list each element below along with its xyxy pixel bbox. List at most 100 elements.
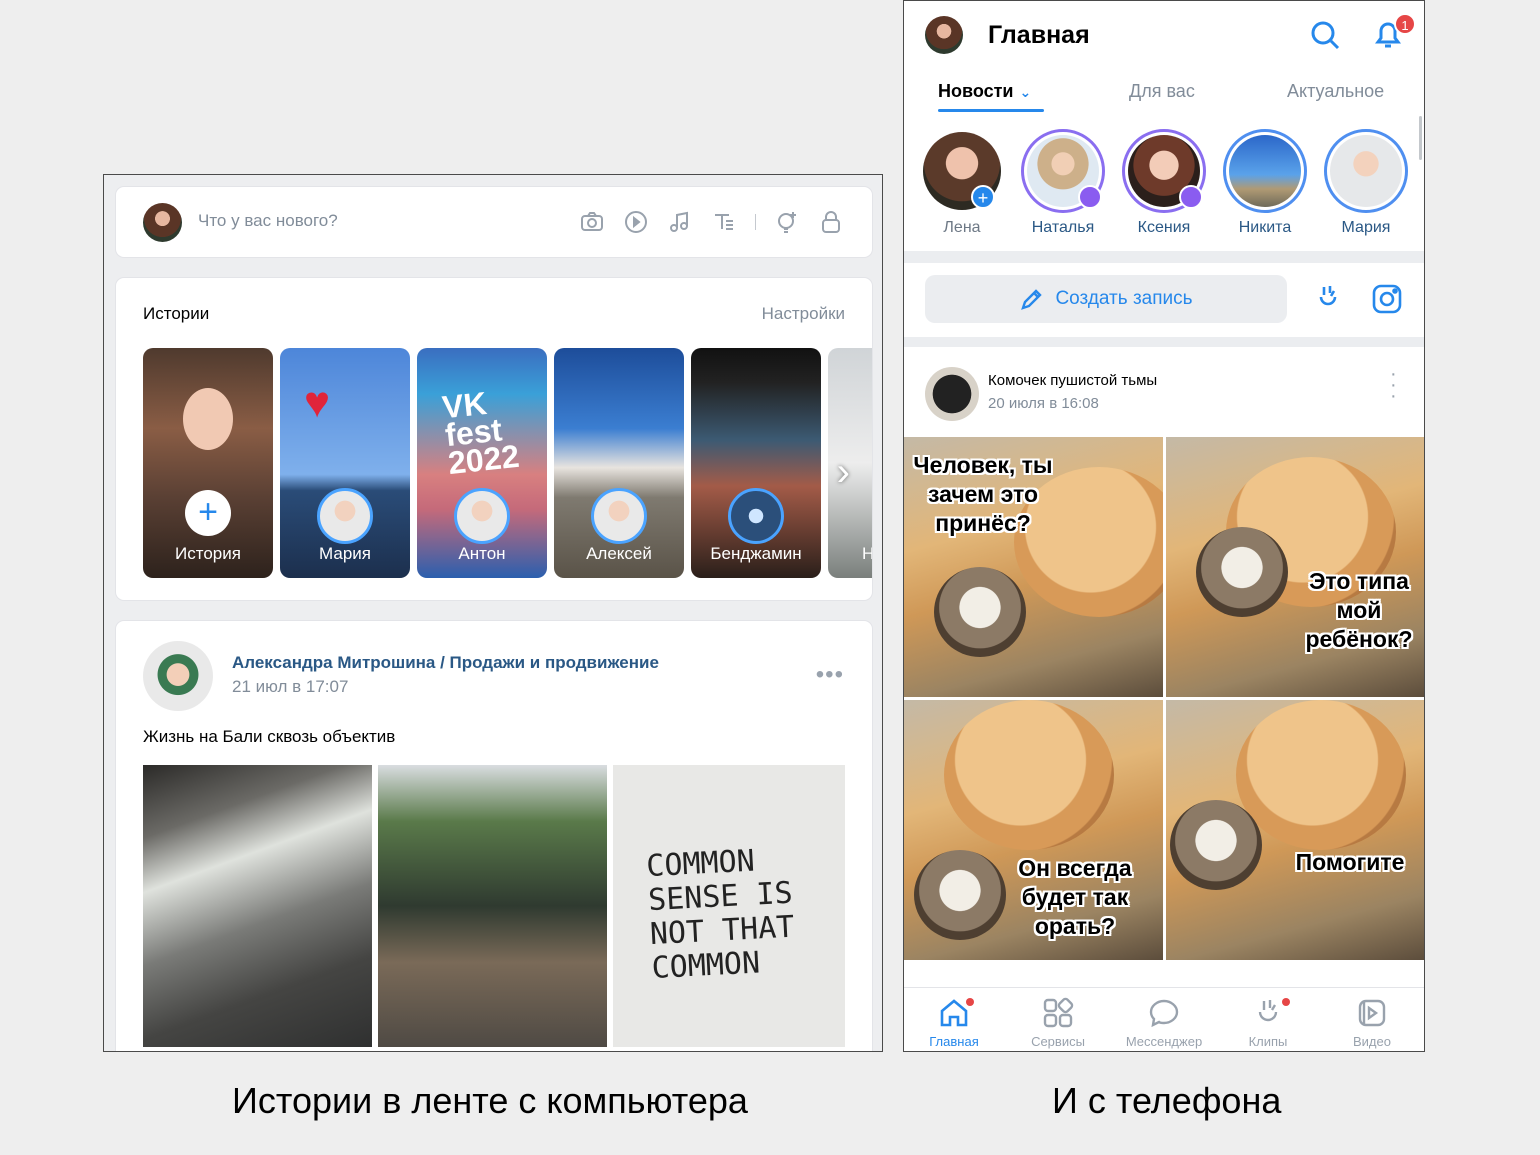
- story-item[interactable]: Ксения: [1121, 129, 1207, 237]
- story-author-avatar: [454, 488, 510, 544]
- cat-shape: [1236, 700, 1406, 850]
- stories-title: Истории: [143, 304, 210, 323]
- post-author[interactable]: Комочек пушистой тьмы: [988, 372, 1157, 389]
- community-avatar[interactable]: [925, 367, 979, 421]
- messenger-icon: [1149, 999, 1179, 1028]
- search-icon[interactable]: [1309, 19, 1341, 51]
- nav-messenger[interactable]: Мессенджер: [1114, 996, 1214, 1049]
- page-title: Главная: [988, 21, 1090, 49]
- post-photo[interactable]: Помогите: [1166, 700, 1424, 960]
- mobile-header: Главная 1 Новости ⌄ Для вас Актуальное + …: [904, 1, 1424, 251]
- notification-badge: 1: [1394, 13, 1416, 35]
- music-icon[interactable]: [667, 209, 693, 235]
- post-photo[interactable]: [143, 765, 372, 1047]
- pencil-icon: [1021, 289, 1043, 310]
- story-card[interactable]: VK fest 2022 Антон: [417, 348, 547, 578]
- compose-placeholder[interactable]: Что у вас нового?: [198, 211, 338, 231]
- tab-for-you[interactable]: Для вас: [1129, 81, 1195, 102]
- feed-tabs: Новости ⌄ Для вас Актуальное: [904, 77, 1424, 113]
- services-icon: [1043, 997, 1074, 1028]
- post-photo[interactable]: Человек, ты зачем это принёс?: [904, 437, 1163, 697]
- caption-mobile: И с телефона: [1052, 1080, 1282, 1121]
- story-name: Ксения: [1137, 219, 1191, 236]
- post-photo[interactable]: [378, 765, 607, 1047]
- post-date[interactable]: 20 июля в 16:08: [988, 395, 1099, 412]
- lock-icon[interactable]: [818, 209, 844, 235]
- post-date[interactable]: 21 июл в 17:07: [232, 677, 348, 697]
- create-post-label: Создать запись: [1055, 288, 1193, 309]
- chevron-down-icon: ⌄: [1019, 84, 1032, 100]
- story-card[interactable]: Алексей: [554, 348, 684, 578]
- story-label: История: [175, 544, 241, 563]
- meme-caption: Это типа мой ребёнок?: [1305, 568, 1413, 652]
- story-author-avatar: [728, 488, 784, 544]
- author-avatar[interactable]: [143, 641, 213, 711]
- story-author-avatar: [317, 488, 373, 544]
- kitten-shape: [914, 850, 1006, 940]
- compose-tools: [579, 209, 844, 235]
- story-item[interactable]: Наталья: [1020, 129, 1106, 237]
- nav-services[interactable]: Сервисы: [1008, 996, 1108, 1049]
- story-avatar: [1223, 129, 1307, 213]
- nav-video[interactable]: Видео: [1322, 996, 1422, 1049]
- caption-desktop: Истории в ленте с компьютера: [232, 1080, 748, 1121]
- plus-icon[interactable]: +: [971, 185, 995, 209]
- post-photo[interactable]: COMMON SENSE IS NOT THAT COMMON: [613, 765, 845, 1047]
- kitten-shape: [1170, 800, 1262, 890]
- story-item[interactable]: + Лена: [919, 129, 1005, 237]
- post-photo[interactable]: Он всегда будет так орать?: [904, 700, 1163, 960]
- plus-icon[interactable]: +: [185, 490, 231, 536]
- heart-icon: ♥: [304, 378, 331, 427]
- active-tab-indicator: [938, 109, 1044, 112]
- create-post-button[interactable]: Создать запись: [925, 275, 1287, 323]
- video-icon[interactable]: [623, 209, 649, 235]
- mobile-stories-row: + Лена Наталья Ксения Никита Мария: [904, 129, 1424, 239]
- nav-label: Главная: [929, 1034, 979, 1049]
- story-card[interactable]: Н: [828, 348, 872, 578]
- user-avatar[interactable]: [143, 203, 182, 242]
- tab-news[interactable]: Новости ⌄: [938, 81, 1031, 102]
- tab-label: Новости: [938, 81, 1014, 101]
- unread-dot: [1282, 998, 1290, 1006]
- compose-box[interactable]: Что у вас нового?: [116, 187, 872, 257]
- mobile-feed-screenshot: Главная 1 Новости ⌄ Для вас Актуальное + …: [903, 0, 1425, 1052]
- more-icon[interactable]: •••: [816, 661, 844, 689]
- story-card[interactable]: ♥ Мария: [280, 348, 410, 578]
- camera-icon[interactable]: [1371, 283, 1403, 315]
- post-text: Жизнь на Бали сквозь объектив: [143, 727, 396, 746]
- stories-block: Истории Настройки + История ♥ Мария VK f…: [116, 278, 872, 600]
- nav-label: Сервисы: [1031, 1034, 1085, 1049]
- story-author-avatar: [591, 488, 647, 544]
- scrollbar[interactable]: [1419, 116, 1422, 160]
- story-label: Алексей: [586, 544, 652, 563]
- more-icon[interactable]: · · ·: [1390, 364, 1400, 406]
- subscription-icon: [1078, 185, 1102, 209]
- story-label: Мария: [319, 544, 371, 563]
- story-label: Бенджамин: [710, 544, 802, 563]
- clips-icon[interactable]: [1312, 283, 1344, 315]
- post-author[interactable]: Александра Митрошина / Продажи и продвиж…: [232, 653, 659, 673]
- nav-label: Клипы: [1248, 1034, 1288, 1049]
- vk-fest-text: VK fest 2022: [440, 384, 521, 482]
- user-avatar[interactable]: [925, 16, 963, 54]
- story-item[interactable]: Никита: [1222, 129, 1308, 237]
- bottom-navigation: Главная Сервисы Мессенджер Клипы Видео: [904, 987, 1424, 1051]
- feed-post: Комочек пушистой тьмы 20 июля в 16:08 · ·…: [904, 347, 1424, 987]
- tab-actual[interactable]: Актуальное: [1287, 81, 1384, 102]
- idea-icon[interactable]: [774, 209, 800, 235]
- text-icon[interactable]: [711, 209, 737, 235]
- post-photo[interactable]: Это типа мой ребёнок?: [1166, 437, 1424, 697]
- story-card[interactable]: Бенджамин: [691, 348, 821, 578]
- camera-icon[interactable]: [579, 209, 605, 235]
- nav-home[interactable]: Главная: [904, 996, 1004, 1049]
- story-create[interactable]: + История: [143, 348, 273, 578]
- meme-caption: Помогите: [1295, 849, 1405, 875]
- tools-divider: [755, 214, 756, 230]
- story-avatar: [1324, 129, 1408, 213]
- wall-graffiti-text: COMMON SENSE IS NOT THAT COMMON: [645, 843, 796, 987]
- stories-settings-link[interactable]: Настройки: [762, 304, 845, 324]
- chevron-right-icon[interactable]: ›: [837, 450, 850, 495]
- story-item[interactable]: Мария: [1323, 129, 1409, 237]
- feed-post: Александра Митрошина / Продажи и продвиж…: [116, 621, 872, 1051]
- nav-clips[interactable]: Клипы: [1218, 996, 1318, 1049]
